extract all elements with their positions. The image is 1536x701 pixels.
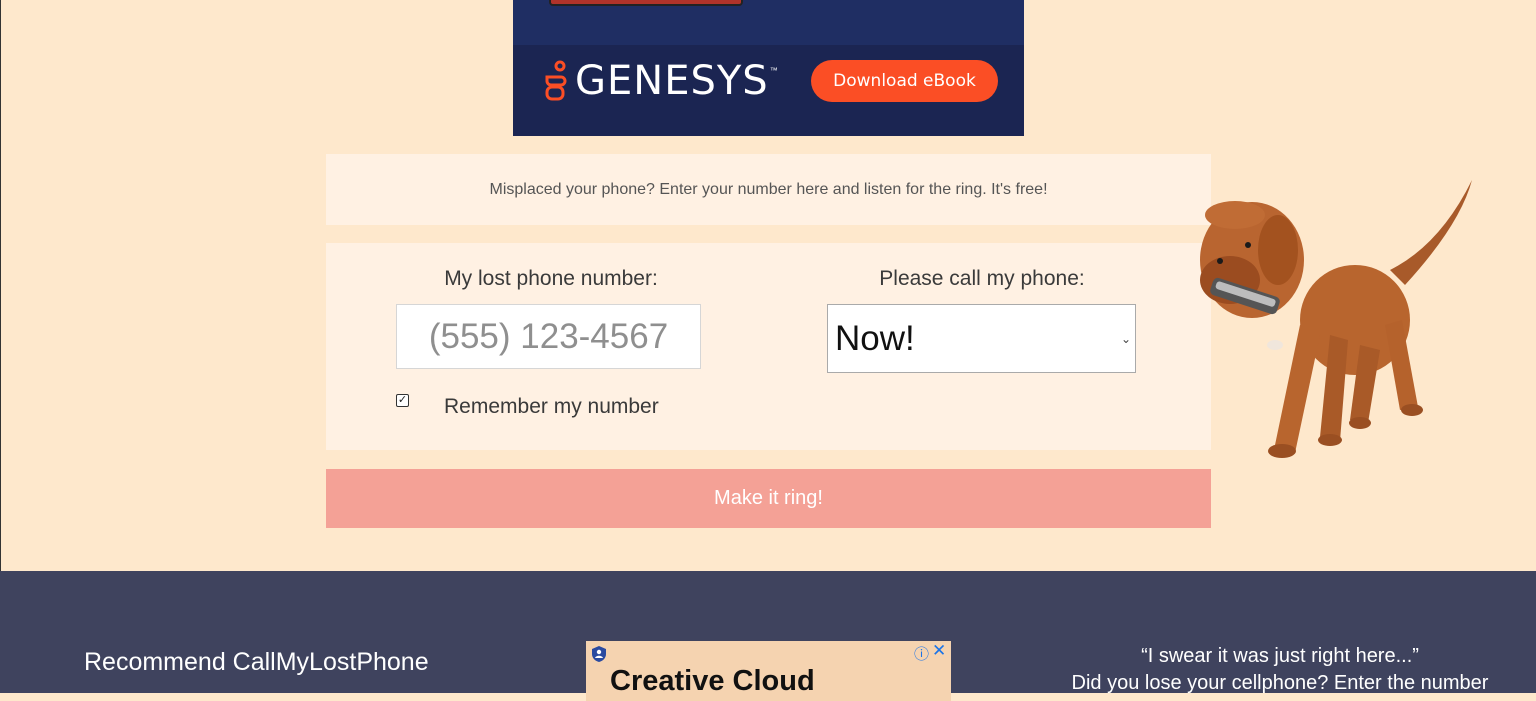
genesys-ad-banner[interactable]: GENESYS ™ Download eBook bbox=[513, 0, 1024, 136]
intro-text: Misplaced your phone? Enter your number … bbox=[489, 180, 1048, 198]
call-time-label: Please call my phone: bbox=[879, 267, 1085, 290]
quote-line-1: “I swear it was just right here...” bbox=[1141, 645, 1419, 667]
footer-quote: “I swear it was just right here...” Did … bbox=[1050, 643, 1510, 697]
lost-phone-form: My lost phone number: Please call my pho… bbox=[326, 243, 1211, 450]
ad-shield-icon bbox=[592, 646, 606, 662]
remember-number-checkbox[interactable]: ✓ bbox=[396, 394, 409, 407]
creative-cloud-ad[interactable]: ⓘ ✕ Creative Cloud bbox=[586, 641, 951, 701]
ad-graphic-bar bbox=[549, 0, 743, 6]
chevron-down-icon: ⌄ bbox=[1120, 332, 1131, 346]
phone-number-input[interactable] bbox=[396, 304, 701, 369]
page-border bbox=[0, 0, 1, 571]
lost-phone-number-label: My lost phone number: bbox=[444, 267, 658, 290]
ad-background-shape bbox=[513, 0, 1024, 45]
ad-close-icon[interactable]: ✕ bbox=[932, 641, 946, 661]
puppy-with-phone-illustration bbox=[1200, 180, 1472, 458]
genesys-logo: GENESYS ™ bbox=[543, 58, 778, 104]
remember-number-label[interactable]: Remember my number bbox=[444, 395, 659, 419]
recommend-heading: Recommend CallMyLostPhone bbox=[84, 648, 429, 676]
intro-panel: Misplaced your phone? Enter your number … bbox=[326, 154, 1211, 225]
genesys-logo-icon bbox=[545, 60, 567, 101]
ad-info-icon[interactable]: ⓘ bbox=[914, 643, 929, 664]
ad-title: Creative Cloud bbox=[610, 665, 815, 697]
make-it-ring-button[interactable]: Make it ring! bbox=[326, 469, 1211, 528]
trademark-symbol: ™ bbox=[769, 66, 778, 75]
call-time-selected-value: Now! bbox=[835, 318, 915, 358]
call-time-select[interactable]: Now! ⌄ bbox=[827, 304, 1136, 373]
genesys-wordmark: GENESYS bbox=[575, 58, 769, 104]
site-footer: Recommend CallMyLostPhone ⓘ ✕ Creative C… bbox=[0, 571, 1536, 701]
download-ebook-button[interactable]: Download eBook bbox=[811, 60, 998, 102]
